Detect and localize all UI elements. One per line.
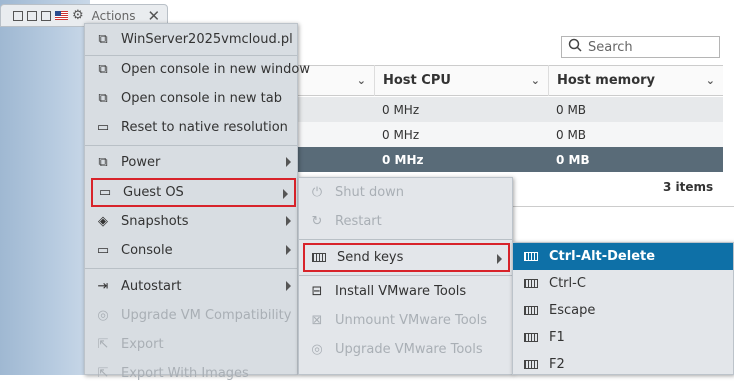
menu-item-power[interactable]: ⧉ Power (85, 148, 297, 177)
menu-item-f1[interactable]: F1 (513, 324, 733, 351)
close-icon[interactable]: ✕ (148, 7, 161, 25)
menu-item-ctrl-alt-delete[interactable]: Ctrl-Alt-Delete (513, 243, 733, 270)
menu-item-f2[interactable]: F2 (513, 351, 733, 378)
menu-item-autostart[interactable]: ⇥ Autostart (85, 272, 297, 301)
menu-item-restart[interactable]: ↻ Restart (299, 207, 512, 236)
cell-host-cpu: 0 MHz (382, 127, 420, 142)
menu-item-open-console-window[interactable]: ⧉ Open console in new window (85, 55, 310, 84)
items-count: 3 items (663, 180, 714, 194)
menu-item-escape[interactable]: Escape (513, 297, 733, 324)
menu-item-upgrade-tools[interactable]: ◎ Upgrade VMware Tools (299, 335, 512, 364)
cell-host-cpu: 0 MHz (382, 152, 424, 167)
submenu-arrow-icon (286, 281, 291, 291)
submenu-arrow-icon (286, 157, 291, 167)
search-input[interactable]: Search (561, 36, 720, 58)
upgrade-icon: ◎ (97, 308, 109, 323)
cell-host-cpu: 0 MHz (382, 102, 420, 117)
menu-item-console[interactable]: ▭ Console (85, 236, 297, 265)
external-tab-icon: ⧉ (98, 91, 108, 106)
restart-icon: ↻ (311, 214, 323, 229)
column-header-host-memory[interactable]: Host memory ⌄ (548, 65, 723, 96)
monitor-icon: ▭ (96, 120, 110, 135)
guest-os-submenu: ⏻ Shut down ↻ Restart Send keys ⊟ Instal… (298, 177, 513, 375)
actions-button[interactable]: Actions (92, 9, 136, 23)
search-icon (568, 38, 582, 56)
submenu-arrow-icon (286, 245, 291, 255)
menu-item-reset-resolution[interactable]: ▭ Reset to native resolution (85, 113, 297, 142)
upgrade-icon: ◎ (311, 342, 323, 357)
keyboard-icon (523, 276, 539, 292)
table-row[interactable]: 0 MHz 0 MB (297, 97, 723, 122)
keyboard-icon (311, 250, 327, 266)
menu-item-shut-down[interactable]: ⏻ Shut down (299, 178, 512, 207)
laptop-icon: ▭ (96, 243, 110, 258)
autostart-icon: ⇥ (97, 279, 109, 294)
table-row[interactable]: 0 MHz 0 MB (297, 122, 723, 147)
tag-icon: ◈ (98, 214, 108, 229)
menu-item-guest-os[interactable]: ▭ Guest OS (91, 178, 296, 207)
keyboard-icon (523, 330, 539, 346)
external-window-icon: ⧉ (98, 62, 108, 77)
column-header-host-cpu[interactable]: Host CPU ⌄ (374, 65, 548, 96)
cell-host-memory: 0 MB (556, 152, 590, 167)
chevron-down-icon[interactable]: ⌄ (706, 74, 715, 87)
console-background (0, 0, 90, 375)
unmount-icon: ⊠ (311, 313, 323, 328)
submenu-arrow-icon (286, 216, 291, 226)
menu-title-vm: ⧉ WinServer2025vmcloud.pl (85, 25, 297, 54)
search-placeholder: Search (588, 39, 633, 55)
menu-item-open-console-tab[interactable]: ⧉ Open console in new tab (85, 84, 297, 113)
submenu-arrow-icon (283, 189, 288, 199)
keyboard-layout-flag-icon[interactable] (55, 11, 68, 20)
chevron-down-icon[interactable]: ⌄ (531, 74, 540, 87)
menu-item-send-keys[interactable]: Send keys (303, 243, 510, 272)
export-images-icon: ⇱ (97, 366, 109, 381)
window-icon: ▭ (98, 185, 112, 200)
export-icon: ⇱ (97, 337, 109, 352)
divider (299, 239, 512, 240)
cell-host-memory: 0 MB (556, 102, 587, 117)
gear-icon[interactable]: ⚙ (72, 8, 84, 23)
divider (85, 268, 297, 269)
divider (85, 145, 297, 146)
power-icon: ⏻ (311, 185, 323, 200)
keyboard-icon (523, 303, 539, 319)
restore-window-icon[interactable] (27, 10, 37, 21)
menu-item-snapshots[interactable]: ◈ Snapshots (85, 207, 297, 236)
chevron-down-icon[interactable]: ⌄ (357, 74, 366, 87)
keyboard-icon (523, 249, 539, 265)
menu-item-unmount-tools[interactable]: ⊠ Unmount VMware Tools (299, 306, 512, 335)
keyboard-icon (523, 357, 539, 373)
table-row-selected[interactable]: 0 MHz 0 MB (297, 147, 723, 172)
cell-host-memory: 0 MB (556, 127, 587, 142)
menu-item-export[interactable]: ⇱ Export (85, 330, 297, 359)
toolbox-icon: ⊟ (311, 284, 323, 299)
submenu-arrow-icon (497, 254, 502, 264)
vm-icon: ⧉ (98, 32, 108, 47)
menu-item-install-tools[interactable]: ⊟ Install VMware Tools (299, 277, 512, 306)
fullscreen-icon[interactable] (41, 10, 51, 21)
divider (299, 275, 512, 276)
menu-item-upgrade-compat[interactable]: ◎ Upgrade VM Compatibility (85, 301, 297, 330)
menu-item-ctrl-c[interactable]: Ctrl-C (513, 270, 733, 297)
send-keys-submenu: Ctrl-Alt-Delete Ctrl-C Escape F1 F2 (512, 242, 734, 375)
menu-item-export-images[interactable]: ⇱ Export With Images (85, 359, 297, 388)
actions-menu: ⧉ WinServer2025vmcloud.pl ⧉ Open console… (84, 23, 310, 381)
power-vm-icon: ⧉ (98, 155, 108, 170)
fit-window-icon[interactable] (13, 10, 23, 21)
